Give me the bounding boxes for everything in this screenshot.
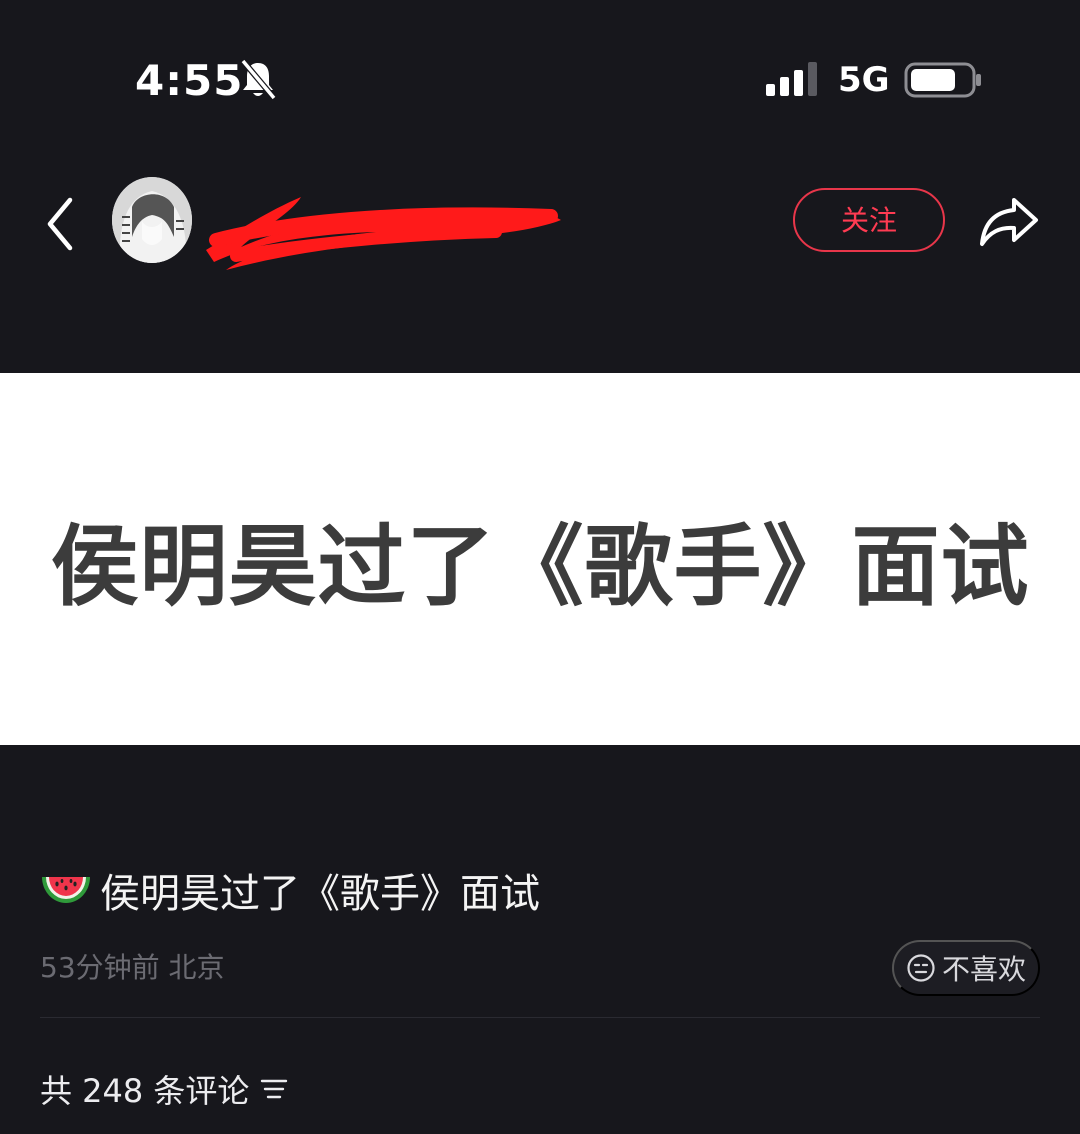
status-time: 4:55 [135, 56, 244, 105]
post-title-text: 侯明昊过了《歌手》面试 [100, 871, 540, 917]
signal-icon [766, 62, 817, 96]
watermelon-icon [42, 877, 90, 903]
post-detail-screen: 4:55 5G 关注 侯明昊过了《歌手》面试 侯明昊过了《歌手》面试 53分钟前… [0, 0, 1080, 1134]
post-location: 北京 [168, 951, 225, 984]
post-meta: 53分钟前 北京 [40, 946, 225, 986]
dislike-label: 不喜欢 [941, 954, 1026, 985]
post-time: 53分钟前 [40, 951, 160, 984]
comments-header[interactable]: 共 248 条评论 [40, 1066, 289, 1112]
avatar-illustration [112, 177, 192, 263]
dislike-button[interactable]: 不喜欢 [892, 940, 1040, 996]
bell-slash-icon [240, 59, 277, 100]
back-chevron-icon[interactable] [42, 194, 82, 254]
post-image[interactable]: 侯明昊过了《歌手》面试 [0, 373, 1080, 745]
neutral-face-icon [907, 954, 935, 982]
follow-button[interactable]: 关注 [793, 188, 945, 252]
author-avatar[interactable] [112, 177, 192, 263]
divider [40, 1017, 1040, 1018]
comments-count-label: 共 248 条评论 [40, 1072, 250, 1110]
network-type: 5G [838, 60, 890, 100]
post-header: 关注 [0, 160, 1080, 290]
post-image-text: 侯明昊过了《歌手》面试 [50, 514, 1030, 618]
sort-icon[interactable] [259, 1076, 289, 1102]
status-bar: 4:55 5G [0, 0, 1080, 150]
post-title: 侯明昊过了《歌手》面试 [40, 862, 1040, 918]
redacted-username [206, 197, 561, 270]
share-icon[interactable] [978, 194, 1040, 248]
battery-icon [904, 62, 981, 98]
